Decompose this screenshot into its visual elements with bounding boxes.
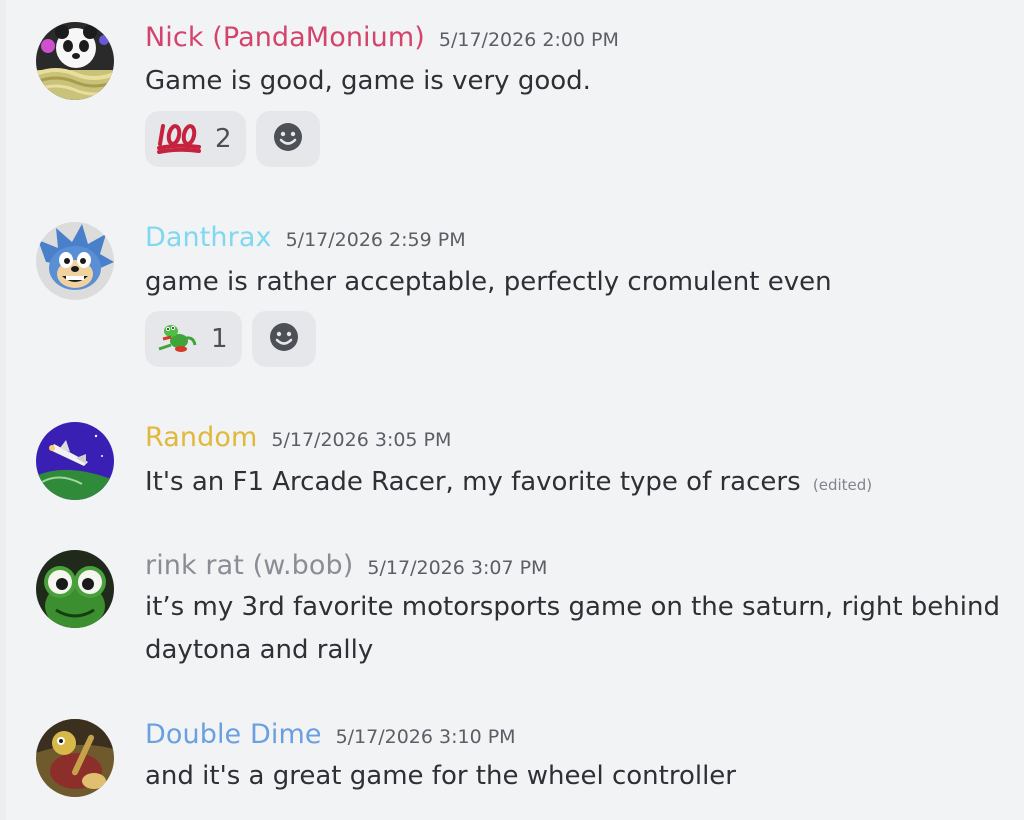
message-text: It's an F1 Arcade Racer, my favorite typ… (145, 467, 801, 497)
message-content: it’s my 3rd favorite motorsports game on… (145, 592, 1000, 665)
timestamp: 5/17/2026 3:10 PM (335, 726, 516, 748)
reaction-count: 1 (211, 324, 228, 354)
add-reaction-button[interactable] (255, 111, 320, 167)
reaction-gex-lizard[interactable]: 1 (145, 311, 242, 367)
reaction-bar: 1 (145, 311, 316, 367)
add-reaction-button[interactable] (251, 311, 316, 367)
timestamp: 5/17/2026 2:00 PM (438, 29, 619, 51)
smiley-add-reaction-icon (268, 321, 300, 357)
message-header: rink rat (w.bob) 5/17/2026 3:07 PM (145, 550, 547, 582)
smiley-add-reaction-icon (272, 121, 304, 157)
message-content: It's an F1 Arcade Racer, my favorite typ… (145, 461, 1005, 507)
sonic-avatar-icon[interactable] (36, 222, 114, 300)
timestamp: 5/17/2026 3:07 PM (367, 557, 548, 579)
frog-avatar-icon[interactable] (36, 550, 114, 628)
message-header: Random 5/17/2026 3:05 PM (145, 422, 451, 454)
username[interactable]: Nick (PandaMonium) (145, 22, 425, 53)
username[interactable]: Random (145, 422, 257, 453)
panda-avatar-icon[interactable] (36, 22, 114, 100)
message-header: Double Dime 5/17/2026 3:10 PM (145, 719, 516, 751)
gex-lizard-emoji-icon (157, 319, 197, 359)
username[interactable]: Danthrax (145, 222, 272, 253)
cartoon-avatar-icon[interactable] (36, 719, 114, 797)
reaction-hundred-points[interactable]: 2 (145, 111, 246, 167)
edited-label: (edited) (812, 476, 873, 494)
chat-message-list: Nick (PandaMonium) 5/17/2026 2:00 PM Game… (0, 0, 1024, 820)
space-shuttle-avatar-icon[interactable] (36, 422, 114, 500)
message-content: Game is good, game is very good. (145, 66, 591, 96)
hundred-points-emoji-icon (157, 120, 201, 158)
timestamp: 5/17/2026 3:05 PM (271, 429, 452, 451)
left-divider (0, 0, 6, 820)
message-content: and it's a great game for the wheel cont… (145, 761, 736, 791)
username[interactable]: rink rat (w.bob) (145, 550, 353, 581)
timestamp: 5/17/2026 2:59 PM (285, 229, 466, 251)
message-content: game is rather acceptable, perfectly cro… (145, 267, 832, 297)
reaction-count: 2 (215, 124, 232, 154)
message-header: Danthrax 5/17/2026 2:59 PM (145, 222, 466, 254)
reaction-bar: 2 (145, 111, 320, 167)
username[interactable]: Double Dime (145, 719, 322, 750)
message-header: Nick (PandaMonium) 5/17/2026 2:00 PM (145, 22, 619, 54)
